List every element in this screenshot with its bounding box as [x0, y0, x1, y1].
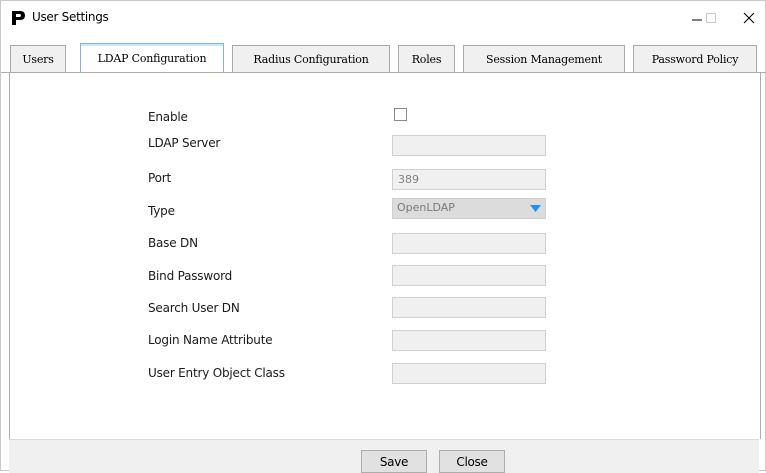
type-select[interactable]: OpenLDAP: [392, 198, 546, 219]
maximize-icon: [706, 13, 716, 23]
button-bar: Save Close: [9, 439, 759, 473]
ldap-server-label: LDAP Server: [148, 136, 221, 150]
save-button[interactable]: Save: [361, 450, 427, 473]
enable-label: Enable: [148, 110, 188, 124]
close-window-button[interactable]: [731, 1, 766, 35]
bind-password-field[interactable]: [392, 265, 546, 286]
close-icon: [743, 12, 755, 24]
base-dn-field[interactable]: [392, 233, 546, 254]
window-title: User Settings: [32, 10, 109, 24]
type-select-value: OpenLDAP: [397, 201, 455, 214]
search-user-dn-label: Search User DN: [148, 301, 240, 315]
login-name-attribute-label: Login Name Attribute: [148, 333, 273, 347]
port-label: Port: [148, 171, 171, 185]
tab-roles[interactable]: Roles: [398, 45, 455, 72]
login-name-attribute-field[interactable]: [392, 330, 546, 351]
p-logo-icon: [12, 11, 25, 25]
chevron-down-icon: [529, 205, 541, 212]
tab-bar: Users LDAP Configuration Radius Configur…: [1, 43, 766, 73]
base-dn-label: Base DN: [148, 236, 198, 250]
type-label: Type: [148, 204, 175, 218]
title-bar[interactable]: User Settings: [1, 1, 765, 35]
ldap-configuration-panel: Enable LDAP Server Port Type OpenLDAP Ba…: [9, 73, 761, 439]
user-settings-window: User Settings Users LDAP Configuration R…: [0, 0, 766, 473]
tab-session-management[interactable]: Session Management: [463, 45, 625, 72]
tab-users[interactable]: Users: [10, 45, 66, 72]
ldap-server-field[interactable]: [392, 135, 546, 156]
close-button[interactable]: Close: [439, 450, 505, 473]
tab-radius-configuration[interactable]: Radius Configuration: [232, 45, 390, 72]
tab-ldap-configuration[interactable]: LDAP Configuration: [80, 43, 224, 73]
bind-password-label: Bind Password: [148, 269, 233, 283]
tab-password-policy[interactable]: Password Policy: [633, 45, 757, 72]
port-field[interactable]: [392, 169, 546, 190]
maximize-button[interactable]: [696, 1, 726, 35]
enable-checkbox[interactable]: [394, 108, 407, 121]
user-entry-object-class-field[interactable]: [392, 363, 546, 384]
search-user-dn-field[interactable]: [392, 297, 546, 318]
dropdown-arrow-button[interactable]: [526, 200, 544, 217]
user-entry-object-class-label: User Entry Object Class: [148, 366, 285, 380]
